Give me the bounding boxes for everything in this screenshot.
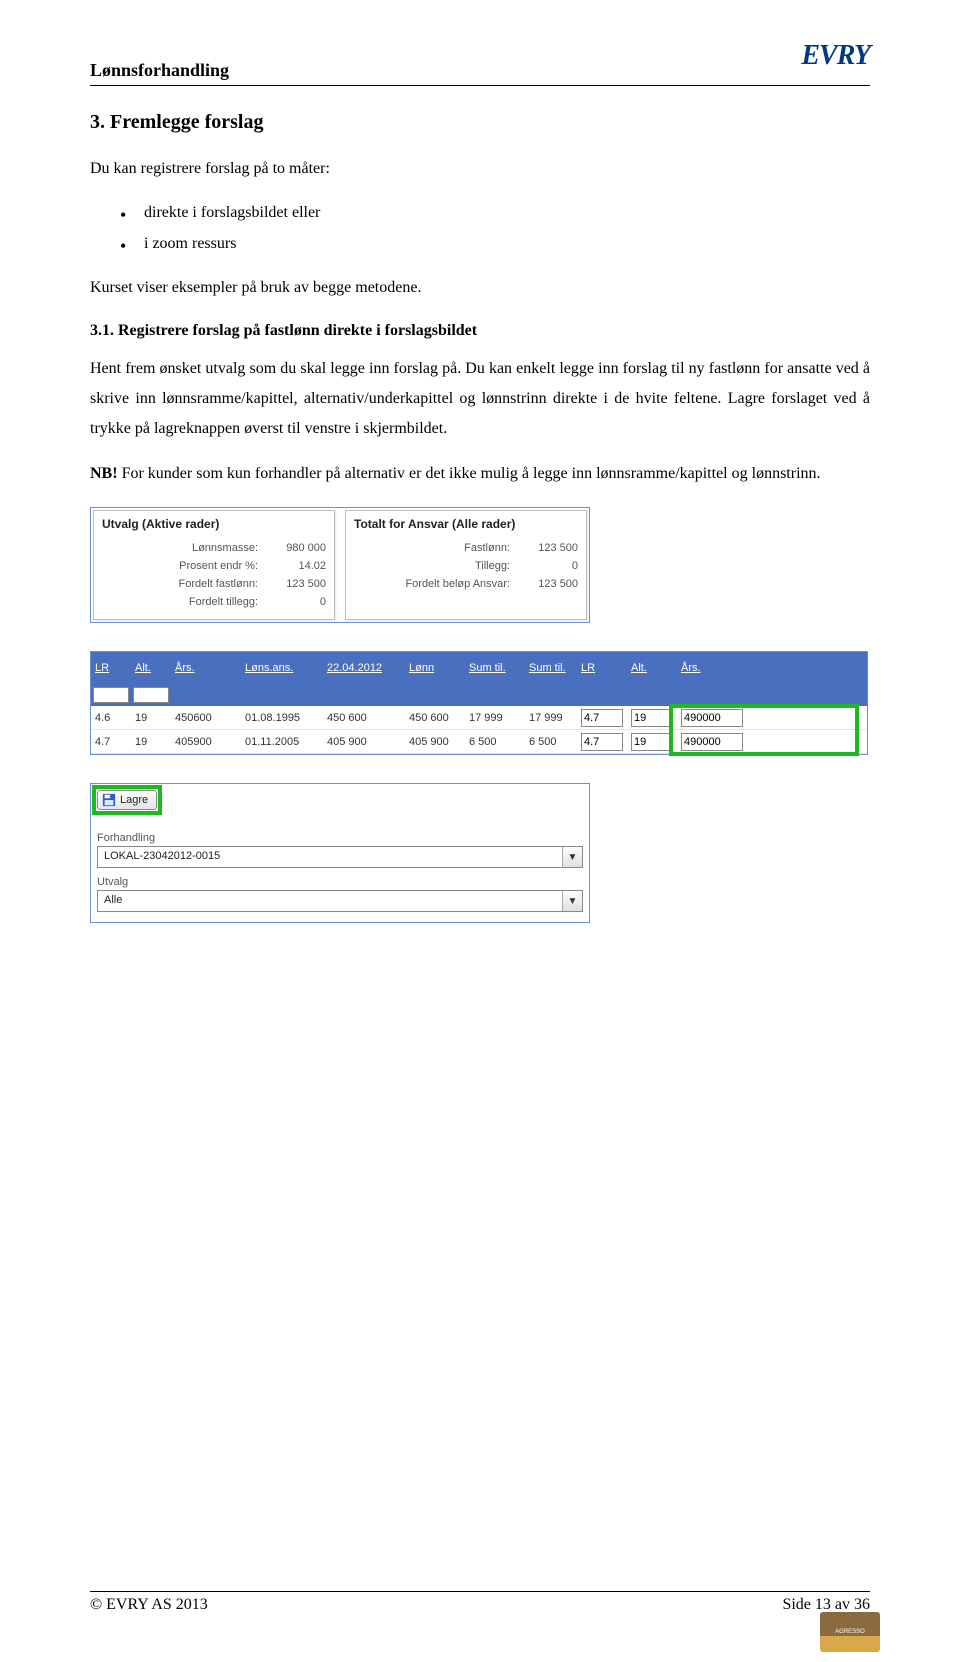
stat-value: 0 — [266, 596, 326, 608]
col-header[interactable]: Alt. — [131, 662, 171, 674]
stat-row: Fordelt beløp Ansvar: 123 500 — [354, 575, 578, 593]
ars-input[interactable] — [681, 733, 743, 751]
cell: 450 600 — [405, 712, 465, 724]
dropdown-value: Alle — [98, 891, 562, 911]
footer-badges: AGRESSO — [820, 1612, 880, 1652]
cell: 17 999 — [525, 712, 577, 724]
stat-label: Fordelt beløp Ansvar: — [354, 578, 518, 590]
stat-row: Fordelt tillegg: 0 — [102, 593, 326, 611]
stat-value: 123 500 — [266, 578, 326, 590]
evry-logo: EVRY — [801, 40, 870, 72]
cell: 6 500 — [525, 736, 577, 748]
page-footer: © EVRY AS 2013 Side 13 av 36 — [90, 1591, 870, 1614]
table-row: 4.6 19 450600 01.08.1995 450 600 450 600… — [91, 706, 867, 730]
stats-panels: Utvalg (Aktive rader) Lønnsmasse: 980 00… — [90, 507, 590, 623]
lr-input[interactable] — [581, 733, 623, 751]
forhandling-field: Forhandling LOKAL-23042012-0015 ▼ — [97, 832, 583, 868]
utvalg-field: Utvalg Alle ▼ — [97, 876, 583, 912]
cell: 01.08.1995 — [241, 712, 323, 724]
intro-text: Du kan registrere forslag på to måter: — [90, 154, 870, 184]
panel-title: Totalt for Ansvar (Alle rader) — [354, 517, 578, 531]
col-header[interactable]: Sum til. — [525, 662, 577, 674]
section-heading: 3. Fremlegge forslag — [90, 111, 870, 134]
stat-row: Lønnsmasse: 980 000 — [102, 539, 326, 557]
cell: 17 999 — [465, 712, 525, 724]
cell: 450600 — [171, 712, 241, 724]
header-title: Lønnsforhandling — [90, 40, 229, 81]
list-item: i zoom ressurs — [120, 229, 870, 259]
save-form: Lagre Forhandling LOKAL-23042012-0015 ▼ … — [90, 783, 590, 923]
table-row: 4.7 19 405900 01.11.2005 405 900 405 900… — [91, 730, 867, 754]
stat-label: Prosent endr %: — [102, 560, 266, 572]
chevron-down-icon: ▼ — [562, 847, 582, 867]
page-header: Lønnsforhandling EVRY — [90, 40, 870, 86]
cell: 01.11.2005 — [241, 736, 323, 748]
filter-input-alt[interactable] — [133, 687, 169, 703]
col-header[interactable]: Alt. — [627, 662, 677, 674]
body-paragraph-1: Hent frem ønsket utvalg som du skal legg… — [90, 354, 870, 445]
cell: 6 500 — [465, 736, 525, 748]
floppy-disk-icon — [102, 793, 116, 807]
col-header[interactable]: 22.04.2012 — [323, 662, 405, 674]
cell: 405 900 — [405, 736, 465, 748]
cell: 405 900 — [323, 736, 405, 748]
stat-label: Fordelt tillegg: — [102, 596, 266, 608]
stat-value: 123 500 — [518, 542, 578, 554]
agresso-badge-icon: AGRESSO — [820, 1612, 880, 1652]
lr-input[interactable] — [581, 709, 623, 727]
col-header[interactable]: Sum til. — [465, 662, 525, 674]
cell: 4.7 — [91, 736, 131, 748]
body-paragraph-2: NB! For kunder som kun forhandler på alt… — [90, 459, 870, 489]
stat-row: Fordelt fastlønn: 123 500 — [102, 575, 326, 593]
stat-value: 14.02 — [266, 560, 326, 572]
data-table: LR Alt. Års. Løns.ans. 22.04.2012 Lønn S… — [90, 651, 868, 755]
stat-label: Fastlønn: — [354, 542, 518, 554]
ars-input[interactable] — [681, 709, 743, 727]
cell: 405900 — [171, 736, 241, 748]
chevron-down-icon: ▼ — [562, 891, 582, 911]
col-header[interactable]: Løns.ans. — [241, 662, 323, 674]
save-button[interactable]: Lagre — [97, 790, 157, 810]
cell: 19 — [131, 712, 171, 724]
filter-row — [91, 684, 867, 706]
nb-label: NB! — [90, 465, 118, 482]
stat-label: Lønnsmasse: — [102, 542, 266, 554]
dropdown-value: LOKAL-23042012-0015 — [98, 847, 562, 867]
utvalg-label: Utvalg — [97, 876, 583, 888]
cell: 19 — [131, 736, 171, 748]
utvalg-dropdown[interactable]: Alle ▼ — [97, 890, 583, 912]
alt-input[interactable] — [631, 733, 673, 751]
panel-totalt: Totalt for Ansvar (Alle rader) Fastlønn:… — [345, 510, 587, 620]
nb-text: For kunder som kun forhandler på alterna… — [118, 465, 821, 482]
panel-utvalg: Utvalg (Aktive rader) Lønnsmasse: 980 00… — [93, 510, 335, 620]
list-item: direkte i forslagsbildet eller — [120, 198, 870, 228]
filter-input-lr[interactable] — [93, 687, 129, 703]
stat-value: 980 000 — [266, 542, 326, 554]
col-header[interactable]: LR — [91, 662, 131, 674]
stat-value: 123 500 — [518, 578, 578, 590]
footer-copyright: © EVRY AS 2013 — [90, 1596, 208, 1614]
save-button-label: Lagre — [120, 794, 148, 806]
col-header[interactable]: Års. — [171, 662, 241, 674]
col-header[interactable]: Års. — [677, 662, 747, 674]
forhandling-dropdown[interactable]: LOKAL-23042012-0015 ▼ — [97, 846, 583, 868]
stat-row: Prosent endr %: 14.02 — [102, 557, 326, 575]
stat-label: Fordelt fastlønn: — [102, 578, 266, 590]
stat-row: Fastlønn: 123 500 — [354, 539, 578, 557]
stat-value: 0 — [518, 560, 578, 572]
agresso-badge-label: AGRESSO — [835, 1629, 865, 1635]
intro-text-2: Kurset viser eksempler på bruk av begge … — [90, 273, 870, 303]
stat-row: Tillegg: 0 — [354, 557, 578, 575]
cell: 450 600 — [323, 712, 405, 724]
cell: 4.6 — [91, 712, 131, 724]
forhandling-label: Forhandling — [97, 832, 583, 844]
table-header-row: LR Alt. Års. Løns.ans. 22.04.2012 Lønn S… — [91, 652, 867, 684]
bullet-list: direkte i forslagsbildet eller i zoom re… — [120, 198, 870, 259]
subsection-heading: 3.1. Registrere forslag på fastlønn dire… — [90, 322, 870, 340]
alt-input[interactable] — [631, 709, 673, 727]
panel-title: Utvalg (Aktive rader) — [102, 517, 326, 531]
col-header[interactable]: Lønn — [405, 662, 465, 674]
col-header[interactable]: LR — [577, 662, 627, 674]
stat-label: Tillegg: — [354, 560, 518, 572]
